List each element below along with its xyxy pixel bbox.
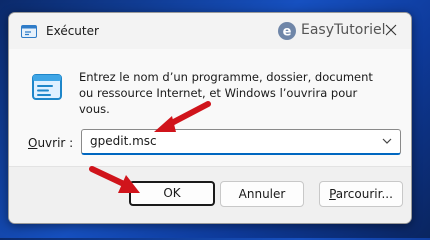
open-combobox[interactable]: gpedit.msc [81,129,401,155]
description-text: Entrez le nom d’un programme, dossier, d… [79,70,373,116]
open-label-rest: uvrir : [37,136,74,150]
browse-label-rest: arcourir... [335,187,393,201]
run-program-icon [32,74,62,100]
run-app-icon [21,25,37,38]
watermark-text: EasyTutoriel [301,22,386,38]
browse-button[interactable]: Parcourir... [319,181,403,207]
browse-mnemonic: P [329,187,336,201]
window-title: Exécuter [46,24,99,38]
close-icon[interactable] [385,24,397,36]
chevron-down-icon[interactable] [382,136,392,146]
button-bar: OK Annuler Parcourir... [9,166,411,223]
red-arrow-icon [89,166,140,193]
svg-text:e: e [283,25,292,40]
title-bar: Exécuter e EasyTutoriel [9,13,411,49]
open-label: Ouvrir : [28,136,73,150]
open-input[interactable]: gpedit.msc [90,134,157,148]
easytutoriel-logo: e [278,22,296,40]
red-arrow-icon [154,101,211,132]
cancel-button[interactable]: Annuler [220,181,304,207]
